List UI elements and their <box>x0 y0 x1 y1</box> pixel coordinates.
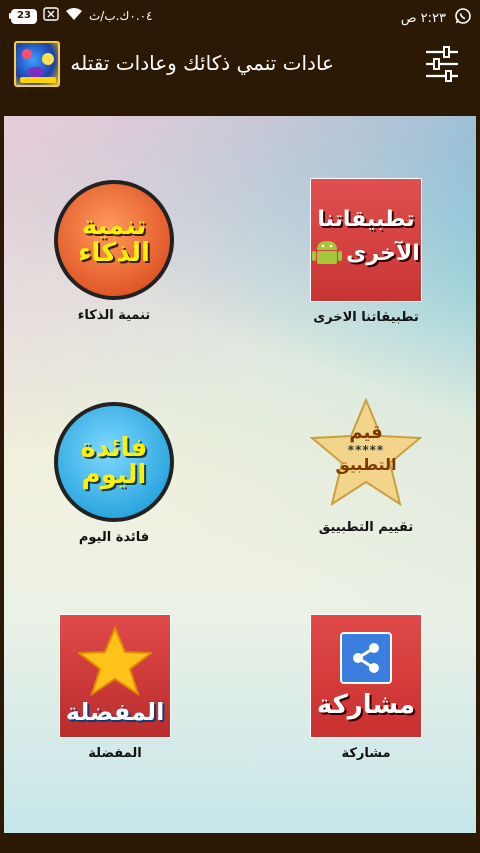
app-title: عادات تنمي ذكائك وعادات تقتله <box>70 51 334 75</box>
share-icon <box>340 632 392 685</box>
whatsapp-icon <box>454 7 472 29</box>
sliders-icon <box>426 46 458 82</box>
intelligence-art-line2: الذكاء <box>78 238 150 268</box>
tile-rate-app[interactable]: قيم ***** التطبيق تقييم التطبييق <box>308 396 424 535</box>
status-bar: 23 ٠.٠٤ك.ب/ث ٢:٢٣ ص <box>0 0 480 32</box>
battery-level: 23 <box>11 8 37 24</box>
tile-daily-benefit[interactable]: فائدة اليوم فائدة اليوم <box>54 402 174 545</box>
rate-art-line2: التطبيق <box>335 454 397 474</box>
settings-button[interactable] <box>420 42 464 86</box>
app-logo <box>14 41 60 87</box>
intelligence-image: تنمية الذكاء <box>54 180 174 300</box>
tile-label-rate-app: تقييم التطبييق <box>318 520 414 535</box>
battery-icon: 23 <box>8 8 37 24</box>
wifi-icon <box>65 7 83 25</box>
intelligence-art-line1: تنمية <box>81 210 147 241</box>
tile-label-favorites: المفضلة <box>88 746 142 761</box>
daily-benefit-art-line1: فائدة <box>80 432 148 463</box>
our-apps-art-line2: الآخرى <box>346 241 420 266</box>
tile-label-daily-benefit: فائدة اليوم <box>78 530 150 545</box>
tile-favorites[interactable]: المفضلة المفضلة <box>59 614 171 761</box>
favorites-art-text: المفضلة <box>65 698 165 727</box>
favorite-star-icon <box>78 626 152 697</box>
app-bar: عادات تنمي ذكائك وعادات تقتله <box>0 32 480 96</box>
tile-label-intelligence: تنمية الذكاء <box>77 308 151 323</box>
network-speed: ٠.٠٤ك.ب/ث <box>89 9 153 23</box>
status-left: 23 ٠.٠٤ك.ب/ث <box>8 7 153 25</box>
daily-benefit-art-line2: اليوم <box>81 460 147 490</box>
our-apps-art-line1: تطبيقاتنا <box>317 207 415 233</box>
close-notification-icon <box>43 7 59 25</box>
favorites-image: المفضلة <box>59 614 171 738</box>
main-panel: تطبيقاتنا الآخرى تطبيقاتنا الاخرى تنمية … <box>4 116 476 833</box>
our-apps-image: تطبيقاتنا الآخرى <box>310 178 422 302</box>
tile-label-our-apps: تطبيقاتنا الاخرى <box>313 310 419 325</box>
android-icon <box>312 236 343 272</box>
share-art-text: مشاركة <box>316 690 416 721</box>
tile-our-apps[interactable]: تطبيقاتنا الآخرى تطبيقاتنا الاخرى <box>310 178 422 325</box>
share-image: مشاركة <box>310 614 422 738</box>
rate-app-image: قيم ***** التطبيق <box>308 396 424 512</box>
tile-label-share: مشاركة <box>341 746 391 761</box>
bottom-bar <box>0 833 480 853</box>
status-right: ٢:٢٣ ص <box>401 7 472 29</box>
tile-share[interactable]: مشاركة مشاركة <box>310 614 422 761</box>
daily-benefit-image: فائدة اليوم <box>54 402 174 522</box>
clock: ٢:٢٣ ص <box>400 10 446 26</box>
rate-art-line1: قيم <box>349 422 383 443</box>
tile-intelligence[interactable]: تنمية الذكاء تنمية الذكاء <box>54 180 174 323</box>
